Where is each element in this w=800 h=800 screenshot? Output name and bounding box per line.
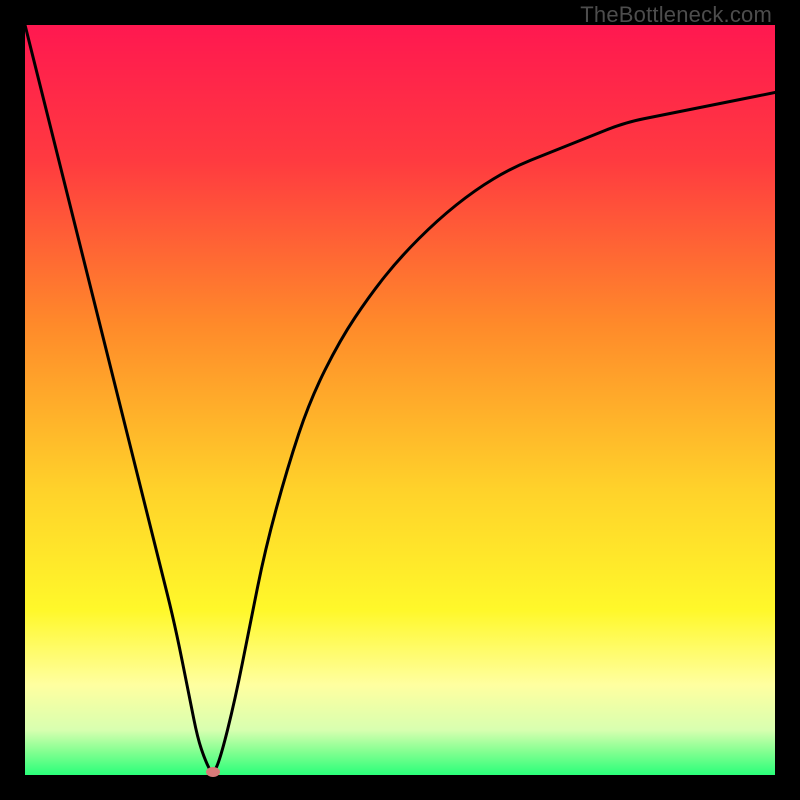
- minimum-marker: [206, 767, 220, 777]
- bottleneck-curve: [25, 25, 775, 775]
- chart-frame: [25, 25, 775, 775]
- watermark-text: TheBottleneck.com: [580, 2, 772, 28]
